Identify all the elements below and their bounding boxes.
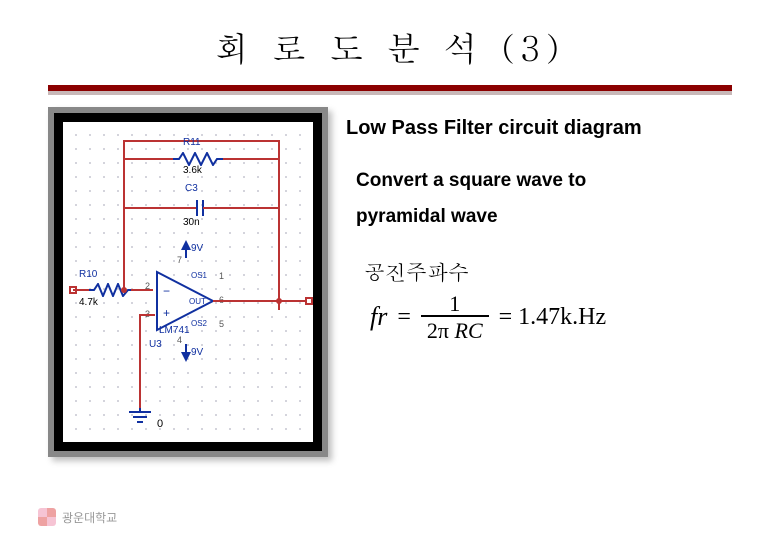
formula-numerator: 1: [443, 292, 466, 315]
label-ground-zero: 0: [157, 418, 163, 430]
wire: [139, 314, 141, 410]
wire: [279, 300, 307, 302]
denom-rc: RC: [455, 318, 483, 343]
wire: [123, 140, 125, 290]
label-R10-ref: R10: [79, 270, 97, 280]
label-U3: U3: [149, 340, 162, 350]
equals-sign: =: [397, 304, 411, 331]
label-R11-ref: R11: [183, 138, 201, 148]
formula: fr = 1 2π RC = 1.47k.Hz: [370, 292, 740, 342]
formula-lhs: fr: [370, 302, 387, 332]
description-line2: pyramidal wave: [356, 206, 498, 227]
label-R11-val: 3.6k: [183, 166, 202, 176]
logo-icon: [38, 508, 56, 526]
wire: [213, 300, 279, 302]
arrow-vpos-icon: [181, 240, 191, 258]
wire: [278, 140, 280, 310]
svg-text:+: +: [163, 306, 170, 320]
denom-pi: π: [438, 318, 449, 343]
denom-2: 2: [427, 318, 438, 343]
formula-result: = 1.47k.Hz: [499, 304, 607, 331]
terminal-out: [305, 297, 313, 305]
label-C3-val: 30n: [183, 218, 200, 228]
pin-1: 1: [219, 272, 224, 281]
formula-denominator: 2π RC: [421, 315, 489, 342]
resonance-label: 공진주파수: [364, 261, 740, 282]
wire: [139, 314, 155, 316]
pin-5: 5: [219, 320, 224, 329]
description-line1: Convert a square wave to: [356, 170, 586, 191]
description: Convert a square wave to pyramidal wave: [356, 163, 740, 235]
ground-icon: [127, 408, 153, 431]
footer-logo: 광운대학교: [38, 508, 117, 526]
label-out: OUT: [189, 298, 206, 306]
diagram-heading: Low Pass Filter circuit diagram: [346, 115, 740, 141]
svg-text:−: −: [163, 284, 170, 298]
wire: [123, 158, 173, 160]
title-rule: [0, 85, 780, 95]
label-C3-ref: C3: [185, 184, 198, 194]
resistor-R11: [173, 152, 223, 162]
label-vneg: 9V: [191, 348, 203, 358]
schematic-canvas: R11 3.6k C3 30n R10 4.7k: [60, 119, 316, 445]
pin-2: 2: [145, 282, 150, 291]
label-os1: OS1: [191, 272, 207, 280]
arrow-vneg-icon: [181, 344, 191, 362]
footer-text: 광운대학교: [62, 509, 117, 526]
node: [121, 287, 127, 293]
label-os2: OS2: [191, 320, 207, 328]
label-LM741: LM741: [159, 326, 190, 336]
page-title: 회 로 도 분 석 (3): [0, 0, 780, 85]
content-row: R11 3.6k C3 30n R10 4.7k: [0, 95, 780, 457]
wire: [217, 207, 279, 209]
formula-fraction: 1 2π RC: [421, 292, 489, 342]
right-column: Low Pass Filter circuit diagram Convert …: [346, 107, 740, 457]
wire: [223, 158, 279, 160]
schematic-frame: R11 3.6k C3 30n R10 4.7k: [48, 107, 328, 457]
label-vpos: 9V: [191, 244, 203, 254]
wire: [123, 207, 187, 209]
label-R10-val: 4.7k: [79, 298, 98, 308]
